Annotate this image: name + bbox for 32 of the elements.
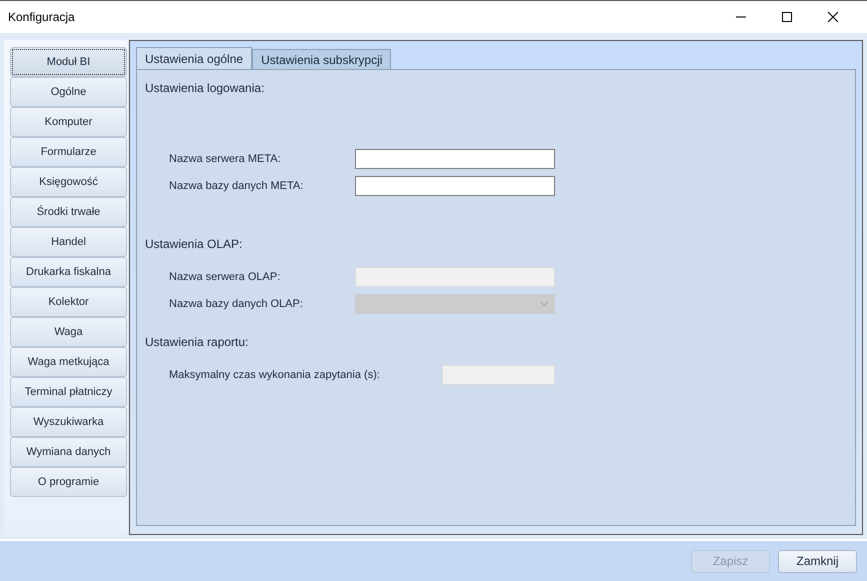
window-title: Konfiguracja xyxy=(8,10,75,24)
tab[interactable]: Ustawienia ogólne xyxy=(136,47,252,69)
sidebar-item[interactable]: Ogólne xyxy=(10,77,127,107)
sidebar-item[interactable]: Terminal płatniczy xyxy=(10,377,127,407)
sidebar-item[interactable]: Waga metkująca xyxy=(10,347,127,377)
maximize-icon[interactable] xyxy=(781,11,793,23)
field-label: Nazwa bazy danych OLAP: xyxy=(169,298,304,310)
sidebar-item[interactable]: Drukarka fiskalna xyxy=(10,257,127,287)
sidebar-item[interactable]: Handel xyxy=(10,227,127,257)
dialog-button[interactable]: Zamknij xyxy=(778,550,857,572)
input-field[interactable] xyxy=(355,148,555,168)
field-label: Nazwa bazy danych META: xyxy=(169,180,304,192)
sidebar-item[interactable]: Wyszukiwarka xyxy=(10,407,127,437)
section-title: Ustawienia logowania: xyxy=(145,81,266,97)
sidebar-item[interactable]: Moduł BI xyxy=(10,47,127,77)
sidebar-item[interactable]: Księgowość xyxy=(10,167,127,197)
sidebar-item[interactable]: Komputer xyxy=(10,107,127,137)
section-title: Ustawienia OLAP: xyxy=(145,237,244,253)
sidebar-item[interactable]: Waga xyxy=(10,317,127,347)
sidebar-item[interactable]: Formularze xyxy=(10,137,127,167)
close-icon[interactable] xyxy=(827,11,839,23)
sidebar-item[interactable]: Środki trwałe xyxy=(10,197,127,227)
sidebar-item[interactable]: O programie xyxy=(10,467,127,497)
section-title: Ustawienia raportu: xyxy=(145,335,250,351)
field-label: Nazwa serwera META: xyxy=(169,152,282,164)
tab[interactable]: Ustawienia subskrypcji xyxy=(252,49,392,69)
sidebar-item[interactable]: Kolektor xyxy=(10,287,127,317)
field-label: Maksymalny czas wykonania zapytania (s): xyxy=(169,368,380,380)
input-field[interactable] xyxy=(355,176,555,196)
field-label: Nazwa serwera OLAP: xyxy=(169,270,282,282)
sidebar-item[interactable]: Wymiana danych xyxy=(10,437,127,467)
chevron-down-icon xyxy=(540,300,549,306)
